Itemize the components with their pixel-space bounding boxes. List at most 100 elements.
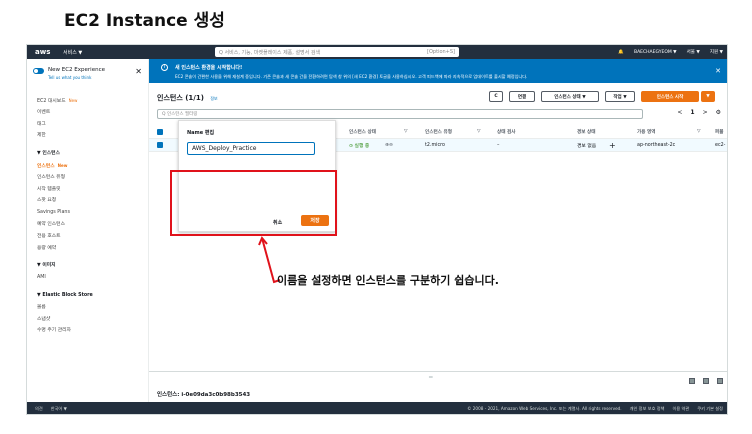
sidebar-item[interactable]: 전용 호스트 xyxy=(37,231,145,243)
sidebar-item-label: 볼륨 xyxy=(37,304,46,310)
col-status-check[interactable]: 상태 검사 xyxy=(497,129,516,135)
sidebar-item[interactable]: 수명 주기 관리자 xyxy=(37,325,145,337)
new-badge: New xyxy=(68,98,78,103)
info-link[interactable]: 정보 xyxy=(210,96,217,101)
cookie-settings-link[interactable]: 쿠키 기본 설정 xyxy=(697,406,723,412)
new-experience-title: New EC2 Experience xyxy=(48,67,105,73)
resize-handle[interactable]: ═ xyxy=(429,374,433,381)
terms-link[interactable]: 이용 약관 xyxy=(672,406,689,412)
sidebar-item-label: 전용 호스트 xyxy=(37,233,61,239)
instance-name-input[interactable]: AWS_Deploy_Practice xyxy=(187,142,315,155)
sidebar-item-label: 인스턴스 xyxy=(37,163,55,169)
layout-bottom-icon[interactable] xyxy=(689,378,695,384)
row-alarm: 경보 없음 xyxy=(577,143,597,149)
annotation-text: 이름을 설정하면 인스턴스를 구분하기 쉽습니다. xyxy=(277,274,499,287)
new-experience-toggle[interactable] xyxy=(33,68,44,74)
col-instance-state[interactable]: 인스턴스 상태 xyxy=(349,129,376,135)
sidebar-item[interactable]: 제한 xyxy=(37,130,145,142)
new-experience-banner: i 새 인스턴스 환경을 시작합니다! EC2 콘솔이 간편한 사용을 위해 재… xyxy=(149,59,727,83)
sidebar-item-label: 태그 xyxy=(37,121,46,127)
gear-icon[interactable]: ⚙ xyxy=(716,109,721,116)
nav-right: 🔔 BAECHAEGYEOM ▼ 서울 ▼ 지원 ▼ xyxy=(618,45,723,59)
sidebar-item-label: AMI xyxy=(37,275,46,281)
global-search-input[interactable]: Q 서비스, 기능, 마켓플레이스 제품, 설명서 검색 [Option+S] xyxy=(215,47,459,57)
col-state-sort-icon[interactable]: ▽ xyxy=(404,129,408,134)
sidebar-item-label: 제한 xyxy=(37,133,46,139)
prev-page-button[interactable]: < xyxy=(677,109,682,116)
connect-button[interactable]: 연결 xyxy=(509,91,535,102)
col-instance-type[interactable]: 인스턴스 유형 xyxy=(425,129,452,135)
zoom-icon[interactable]: ⊕⊖ xyxy=(385,143,393,148)
launch-instance-button[interactable]: 인스턴스 시작 xyxy=(641,91,699,102)
sidebar-item-label: ▼ 인스턴스 xyxy=(37,151,61,157)
new-experience-feedback-link[interactable]: Tell us what you think xyxy=(48,75,105,80)
sidebar-item[interactable]: 태그 xyxy=(37,119,145,131)
refresh-button[interactable]: C xyxy=(489,91,503,102)
language-select[interactable]: 한국어 ▼ xyxy=(51,406,67,412)
sidebar: New EC2 Experience Tell us what you thin… xyxy=(27,59,149,402)
footer: 의견 한국어 ▼ © 2008 - 2021, Amazon Web Servi… xyxy=(27,402,727,414)
current-page[interactable]: 1 xyxy=(690,109,694,116)
new-experience-toggle-group: New EC2 Experience Tell us what you thin… xyxy=(33,67,105,80)
edit-name-label: Name 편집 xyxy=(187,130,215,136)
row-az: ap-northeast-2c xyxy=(637,142,676,148)
layout-side-icon[interactable] xyxy=(703,378,709,384)
launch-options-button[interactable]: ▼ xyxy=(701,91,715,102)
sidebar-item[interactable]: 볼륨 xyxy=(37,302,145,314)
row-checkbox[interactable] xyxy=(157,142,163,148)
row-public-dns: ec2- xyxy=(715,142,726,148)
add-alarm-icon[interactable]: + xyxy=(609,141,616,150)
row-status-check: – xyxy=(497,142,500,148)
privacy-link[interactable]: 개인 정보 보호 정책 xyxy=(630,406,665,412)
support-menu[interactable]: 지원 ▼ xyxy=(710,49,723,55)
col-availability-zone[interactable]: 가용 영역 xyxy=(637,129,656,135)
sidebar-item[interactable]: 스냅샷 xyxy=(37,314,145,326)
col-az-sort-icon[interactable]: ▽ xyxy=(697,129,701,134)
banner-title: 새 인스턴스 환경을 시작합니다! xyxy=(175,65,243,71)
layout-full-icon[interactable] xyxy=(717,378,723,384)
sidebar-item[interactable]: 스팟 요청 xyxy=(37,195,145,207)
row-type: t2.micro xyxy=(425,142,445,148)
close-icon[interactable]: ✕ xyxy=(135,67,142,76)
sidebar-item[interactable]: 예약 인스턴스 xyxy=(37,219,145,231)
sidebar-item-label: 인스턴스 유형 xyxy=(37,174,66,180)
highlight-box xyxy=(170,170,337,236)
sidebar-item[interactable]: 시작 템플릿 xyxy=(37,184,145,196)
sidebar-item[interactable]: 인스턴스 New xyxy=(37,160,145,172)
col-alarm-status[interactable]: 경보 상태 xyxy=(577,129,596,135)
sidebar-item-label: Savings Plans xyxy=(37,210,70,216)
services-menu[interactable]: 서비스 ▼ xyxy=(63,49,82,56)
instance-state-button[interactable]: 인스턴스 상태 ▼ xyxy=(541,91,599,102)
sidebar-item[interactable]: 용량 예약 xyxy=(37,243,145,255)
sidebar-nav: EC2 대시보드 New 이벤트 태그 제한 ▼ 인스턴스 인스턴스 New 인스턴스 유형 시작… xyxy=(37,95,145,337)
details-title: 인스턴스: i-0e09da3c0b98b3543 xyxy=(157,392,251,398)
sidebar-item-label: 용량 예약 xyxy=(37,245,57,251)
account-menu[interactable]: BAECHAEGYEOM ▼ xyxy=(634,50,677,55)
select-all-checkbox[interactable] xyxy=(157,128,163,135)
aws-console-screenshot: aws 서비스 ▼ Q 서비스, 기능, 마켓플레이스 제품, 설명서 검색 [… xyxy=(26,44,728,415)
sidebar-item[interactable]: ▼ 이미지 xyxy=(37,260,145,272)
sidebar-item[interactable]: 인스턴스 유형 xyxy=(37,172,145,184)
next-page-button[interactable]: > xyxy=(703,109,708,116)
sidebar-item[interactable]: 이벤트 xyxy=(37,107,145,119)
aws-logo[interactable]: aws xyxy=(35,48,51,56)
sidebar-item[interactable]: EC2 대시보드 New xyxy=(37,95,145,107)
col-type-sort-icon[interactable]: ▽ xyxy=(477,129,481,134)
region-menu[interactable]: 서울 ▼ xyxy=(687,49,700,55)
panel-layout-icons xyxy=(689,378,723,384)
new-badge: New xyxy=(57,162,68,168)
feedback-link[interactable]: 의견 xyxy=(35,406,43,412)
instance-filter-input[interactable]: Q 인스턴스 필터링 xyxy=(157,109,643,119)
sidebar-item-label: ▼ 이미지 xyxy=(37,263,56,269)
bell-icon[interactable]: 🔔 xyxy=(618,50,624,55)
sidebar-item[interactable]: ▼ Elastic Block Store xyxy=(37,290,145,302)
sidebar-item[interactable]: AMI xyxy=(37,272,145,284)
instances-header: 인스턴스 (1/1) 정보 xyxy=(157,93,218,103)
sidebar-item-label: ▼ Elastic Block Store xyxy=(37,292,93,298)
sidebar-item[interactable]: ▼ 인스턴스 xyxy=(37,148,145,160)
sidebar-item[interactable]: Savings Plans xyxy=(37,207,145,219)
pagination: < 1 > ⚙ xyxy=(677,109,721,116)
banner-close-icon[interactable]: ✕ xyxy=(715,67,721,75)
actions-button[interactable]: 작업 ▼ xyxy=(605,91,635,102)
col-public-dns[interactable]: 퍼블 xyxy=(715,129,723,135)
